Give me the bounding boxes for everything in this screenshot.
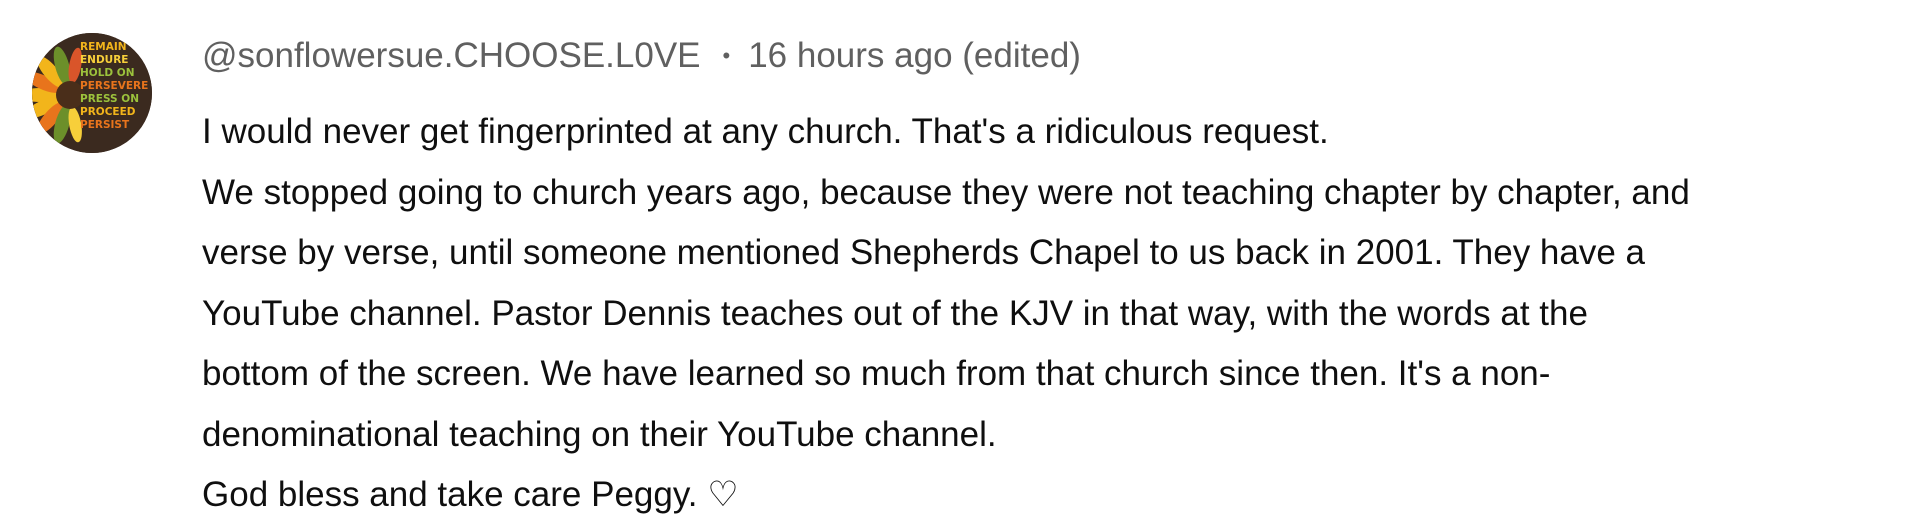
avatar-word: PROCEED [80, 106, 136, 118]
comment-header: @sonflowersue.CHOOSE.L0VE • 16 hours ago (… [202, 34, 1081, 78]
avatar-word-list: REMAIN ENDURE HOLD ON PERSEVERE PRESS ON… [80, 41, 152, 132]
avatar-word: HOLD ON [80, 67, 135, 79]
comment-text-line: verse by verse, until someone mentioned … [202, 233, 1646, 272]
avatar-word: ENDURE [80, 54, 129, 66]
author-avatar[interactable]: REMAIN ENDURE HOLD ON PERSEVERE PRESS ON… [32, 33, 152, 153]
avatar-word: REMAIN [80, 41, 127, 53]
comment-thread-item: REMAIN ENDURE HOLD ON PERSEVERE PRESS ON… [0, 0, 1908, 526]
comment-text-line: YouTube channel. Pastor Dennis teaches o… [202, 293, 1588, 333]
avatar-word: PRESS ON [80, 93, 139, 105]
comment-text-line: God bless and take care Peggy. ♡ [202, 475, 739, 514]
separator-dot: • [722, 43, 731, 68]
avatar-word: PERSEVERE [80, 80, 149, 92]
author-name-link[interactable]: @sonflowersue.CHOOSE.L0VE [202, 36, 701, 75]
comment-text-line: bottom of the screen. We have learned so… [202, 354, 1551, 393]
comment-text-line: denominational teaching on their YouTube… [202, 414, 997, 454]
comment-timestamp-link[interactable]: 16 hours ago (edited) [748, 36, 1081, 75]
comment-text: I would never get fingerprinted at any c… [202, 102, 1882, 526]
comment-text-line: We stopped going to church years ago, be… [202, 172, 1690, 212]
comment-text-line: I would never get fingerprinted at any c… [202, 112, 1329, 151]
avatar-word: PERSIST [80, 119, 130, 131]
